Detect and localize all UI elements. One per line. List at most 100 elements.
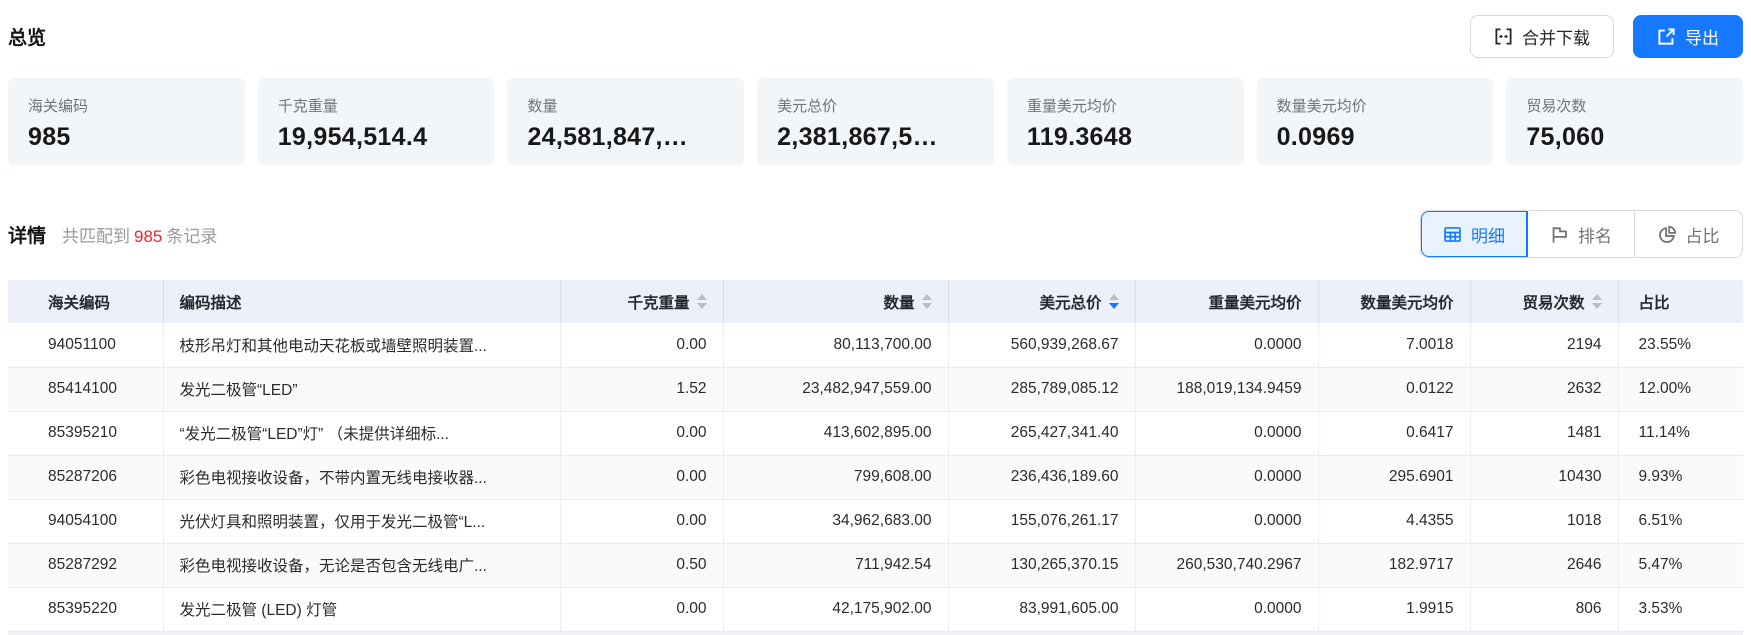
column-header-quantity[interactable]: 数量 — [723, 280, 948, 323]
cell-weight-usd-avg: 0.0000 — [1135, 323, 1318, 367]
cell-usd-total: 83,991,605.00 — [948, 587, 1135, 631]
card-value: 75,060 — [1526, 123, 1723, 152]
cell-quantity-usd-avg: 4.4355 — [1318, 499, 1470, 543]
tab-ranking-label: 排名 — [1578, 222, 1612, 247]
cell-description: 光伏灯具和照明装置，仅用于发光二极管“L... — [163, 499, 560, 543]
summary-card-kg-weight: 千克重量 19,954,514.4 — [258, 78, 495, 165]
sort-caret-icon[interactable] — [922, 294, 932, 309]
column-header-weight-usd-avg: 重量美元均价 — [1135, 280, 1318, 323]
card-label: 贸易次数 — [1526, 95, 1723, 116]
cell-quantity-usd-avg: 295.6901 — [1318, 455, 1470, 499]
cell-hs-code: 85395210 — [8, 411, 163, 455]
sort-caret-icon[interactable] — [1109, 294, 1119, 309]
cell-quantity: 34,962,683.00 — [723, 499, 948, 543]
cell-kg-weight: 1.52 — [560, 367, 723, 411]
cell-quantity-usd-avg: 182.9717 — [1318, 543, 1470, 587]
cell-share: 9.93% — [1618, 455, 1743, 499]
cell-share: 3.53% — [1618, 587, 1743, 631]
summary-card-quantity: 数量 24,581,847,… — [507, 78, 744, 165]
merge-download-button[interactable]: 合并下载 — [1470, 15, 1614, 58]
cell-trade-count: 2646 — [1470, 543, 1618, 587]
card-label: 海关编码 — [28, 95, 225, 116]
cell-kg-weight: 0.00 — [560, 323, 723, 367]
table-row: 94054100 光伏灯具和照明装置，仅用于发光二极管“L... 0.00 34… — [8, 499, 1743, 543]
cell-trade-count: 1481 — [1470, 411, 1618, 455]
sort-caret-icon[interactable] — [697, 294, 707, 309]
column-header-kg-weight[interactable]: 千克重量 — [560, 280, 723, 323]
column-header-share: 占比 — [1618, 280, 1743, 323]
cell-quantity-usd-avg: 7.0018 — [1318, 323, 1470, 367]
cell-quantity: 799,608.00 — [723, 455, 948, 499]
export-label: 导出 — [1685, 24, 1719, 49]
cell-quantity-usd-avg: 0.6417 — [1318, 411, 1470, 455]
cell-kg-weight: 0.00 — [560, 411, 723, 455]
sort-caret-icon[interactable] — [1592, 294, 1602, 309]
cell-quantity: 413,602,895.00 — [723, 411, 948, 455]
cell-kg-weight: 0.00 — [560, 587, 723, 631]
cell-usd-total: 285,789,085.12 — [948, 367, 1135, 411]
topbar: 总览 合并下载 导出 — [8, 15, 1743, 58]
export-button[interactable]: 导出 — [1633, 15, 1743, 58]
table-row: 85287206 彩色电视接收设备，不带内置无线电接收器... 0.00 799… — [8, 455, 1743, 499]
table-header: 海关编码 编码描述 千克重量 数量 美元总价 重量美元均价 数量 — [8, 280, 1743, 323]
summary-card-weight-usd-avg: 重量美元均价 119.3648 — [1007, 78, 1244, 165]
table-row: 85395220 发光二极管 (LED) 灯管 0.00 42,175,902.… — [8, 587, 1743, 631]
cell-trade-count: 2194 — [1470, 323, 1618, 367]
cell-share: 12.00% — [1618, 367, 1743, 411]
cell-description: 彩色电视接收设备，无论是否包含无线电广... — [163, 543, 560, 587]
partial-next-row — [8, 632, 1743, 635]
cell-kg-weight: 0.50 — [560, 543, 723, 587]
card-value: 24,581,847,… — [527, 123, 724, 152]
column-header-usd-total[interactable]: 美元总价 — [948, 280, 1135, 323]
cell-hs-code: 85414100 — [8, 367, 163, 411]
cell-hs-code: 85287206 — [8, 455, 163, 499]
card-label: 数量美元均价 — [1277, 95, 1474, 116]
table-row: 85395210 “发光二极管“LED”灯” （未提供详细标... 0.00 4… — [8, 411, 1743, 455]
column-header-trade-count[interactable]: 贸易次数 — [1470, 280, 1618, 323]
cell-hs-code: 85287292 — [8, 543, 163, 587]
tab-detail[interactable]: 明细 — [1421, 211, 1528, 257]
cell-hs-code: 85395220 — [8, 587, 163, 631]
cell-weight-usd-avg: 0.0000 — [1135, 411, 1318, 455]
details-bar: 详情 共匹配到985条记录 明细 排名 — [8, 210, 1743, 258]
summary-card-trade-count: 贸易次数 75,060 — [1506, 78, 1743, 165]
cell-trade-count: 806 — [1470, 587, 1618, 631]
export-icon — [1657, 27, 1676, 46]
cell-hs-code: 94051100 — [8, 323, 163, 367]
table-row: 85287292 彩色电视接收设备，无论是否包含无线电广... 0.50 711… — [8, 543, 1743, 587]
match-suffix: 条记录 — [166, 227, 217, 246]
card-value: 0.0969 — [1277, 123, 1474, 152]
cell-quantity: 42,175,902.00 — [723, 587, 948, 631]
summary-card-usd-total: 美元总价 2,381,867,5… — [757, 78, 994, 165]
details-left: 详情 共匹配到985条记录 — [8, 221, 217, 248]
cell-quantity: 711,942.54 — [723, 543, 948, 587]
summary-cards: 海关编码 985 千克重量 19,954,514.4 数量 24,581,847… — [8, 78, 1743, 165]
view-switcher: 明细 排名 占比 — [1420, 210, 1743, 258]
flag-icon — [1550, 225, 1569, 244]
cell-trade-count: 10430 — [1470, 455, 1618, 499]
cell-share: 6.51% — [1618, 499, 1743, 543]
summary-card-quantity-usd-avg: 数量美元均价 0.0969 — [1257, 78, 1494, 165]
cell-description: 彩色电视接收设备，不带内置无线电接收器... — [163, 455, 560, 499]
card-label: 美元总价 — [777, 95, 974, 116]
match-prefix: 共匹配到 — [62, 227, 130, 246]
cell-weight-usd-avg: 260,530,740.2967 — [1135, 543, 1318, 587]
cell-share: 5.47% — [1618, 543, 1743, 587]
cell-description: 发光二极管“LED” — [163, 367, 560, 411]
cell-trade-count: 2632 — [1470, 367, 1618, 411]
tab-ranking[interactable]: 排名 — [1528, 211, 1635, 257]
card-value: 119.3648 — [1027, 123, 1224, 152]
hs-code-table: 海关编码 编码描述 千克重量 数量 美元总价 重量美元均价 数量 — [8, 280, 1743, 632]
table-body: 94051100 枝形吊灯和其他电动天花板或墙壁照明装置... 0.00 80,… — [8, 323, 1743, 631]
cell-description: 发光二极管 (LED) 灯管 — [163, 587, 560, 631]
cell-weight-usd-avg: 0.0000 — [1135, 499, 1318, 543]
toolbar-actions: 合并下载 导出 — [1470, 15, 1743, 58]
column-header-quantity-usd-avg: 数量美元均价 — [1318, 280, 1470, 323]
cell-share: 23.55% — [1618, 323, 1743, 367]
tab-share[interactable]: 占比 — [1635, 211, 1742, 257]
cell-quantity: 23,482,947,559.00 — [723, 367, 948, 411]
tab-detail-label: 明细 — [1471, 222, 1505, 247]
column-header-hs-code: 海关编码 — [8, 280, 163, 323]
table-icon — [1443, 225, 1462, 244]
card-value: 985 — [28, 123, 225, 152]
